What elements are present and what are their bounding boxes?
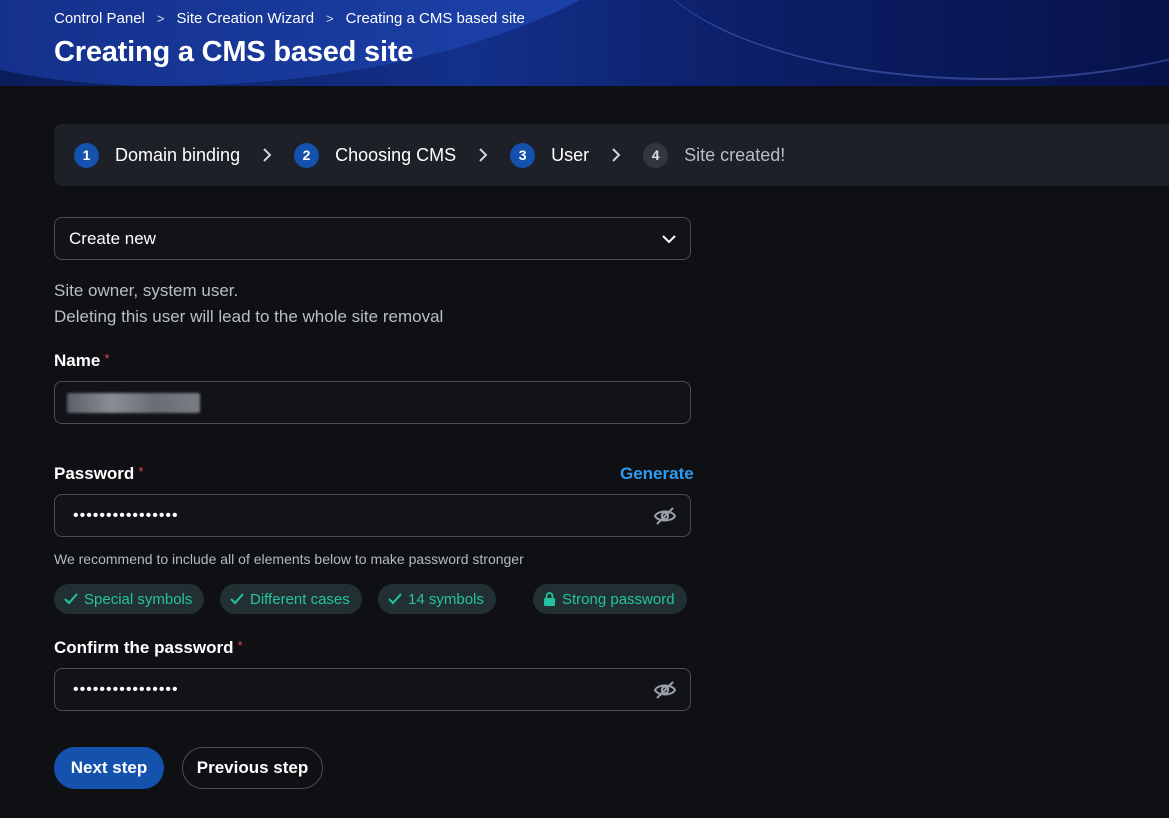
breadcrumb-control-panel[interactable]: Control Panel bbox=[54, 10, 145, 27]
chevron-down-icon bbox=[662, 229, 676, 249]
name-value: labcwebv2_tu_user bbox=[67, 392, 200, 413]
step-label: Site created! bbox=[684, 144, 786, 165]
check-icon bbox=[64, 593, 78, 605]
chevron-right-icon bbox=[478, 148, 488, 162]
check-different-cases: Different cases bbox=[220, 584, 362, 614]
breadcrumb-current: Creating a CMS based site bbox=[345, 10, 525, 27]
check-special-symbols: Special symbols bbox=[54, 584, 205, 614]
description-line-2: Deleting this user will lead to the whol… bbox=[54, 307, 444, 326]
page-header: Control Panel > Site Creation Wizard > C… bbox=[0, 0, 1169, 86]
eye-off-icon[interactable] bbox=[654, 506, 676, 526]
step-label: Domain binding bbox=[115, 144, 241, 165]
step-number: 2 bbox=[294, 142, 320, 168]
check-icon bbox=[388, 593, 402, 605]
confirm-password-value: •••••••••••••••• bbox=[73, 680, 179, 698]
step-label: User bbox=[551, 144, 590, 165]
next-step-button[interactable]: Next step bbox=[54, 747, 164, 789]
required-mark: * bbox=[104, 351, 110, 366]
password-label-text: Password bbox=[54, 464, 135, 483]
name-input[interactable]: labcwebv2_tu_user bbox=[54, 381, 691, 424]
confirm-password-input[interactable]: •••••••••••••••• bbox=[54, 668, 691, 711]
password-hint: We recommend to include all of elements … bbox=[54, 551, 524, 567]
required-mark: * bbox=[138, 464, 144, 479]
confirm-password-label: Confirm the password * bbox=[54, 638, 243, 658]
user-mode-value: Create new bbox=[69, 228, 156, 248]
confirm-label-text: Confirm the password bbox=[54, 638, 234, 657]
name-label: Name * bbox=[54, 351, 109, 371]
eye-off-icon[interactable] bbox=[654, 680, 676, 700]
generate-password-link[interactable]: Generate bbox=[620, 464, 694, 484]
breadcrumb: Control Panel > Site Creation Wizard > C… bbox=[54, 10, 525, 27]
step-domain-binding[interactable]: 1 Domain binding bbox=[74, 142, 241, 168]
step-number: 3 bbox=[510, 142, 536, 168]
step-number: 4 bbox=[643, 142, 669, 168]
step-choosing-cms[interactable]: 2 Choosing CMS bbox=[294, 142, 457, 168]
check-label: Different cases bbox=[250, 590, 350, 608]
page-title: Creating a CMS based site bbox=[54, 36, 414, 68]
check-14-symbols: 14 symbols bbox=[378, 584, 496, 614]
required-mark: * bbox=[237, 638, 243, 653]
check-icon bbox=[230, 593, 244, 605]
strength-label: Strong password bbox=[562, 590, 675, 608]
check-label: 14 symbols bbox=[408, 590, 484, 608]
description-line-1: Site owner, system user. bbox=[54, 281, 239, 300]
lock-icon bbox=[544, 592, 555, 606]
password-label: Password * bbox=[54, 464, 143, 484]
header-decoration-line bbox=[640, 0, 1169, 80]
step-number: 1 bbox=[74, 142, 99, 168]
chevron-right-icon: > bbox=[156, 11, 165, 26]
chevron-right-icon bbox=[611, 148, 621, 162]
check-label: Special symbols bbox=[84, 590, 193, 608]
password-value: •••••••••••••••• bbox=[73, 506, 179, 524]
step-site-created: 4 Site created! bbox=[643, 142, 786, 168]
breadcrumb-site-creation-wizard[interactable]: Site Creation Wizard bbox=[176, 10, 314, 27]
user-mode-select[interactable]: Create new bbox=[54, 217, 691, 260]
password-strength-badge: Strong password bbox=[533, 584, 687, 614]
name-label-text: Name bbox=[54, 351, 101, 370]
password-input[interactable]: •••••••••••••••• bbox=[54, 494, 691, 537]
chevron-right-icon: > bbox=[326, 11, 334, 26]
previous-step-button[interactable]: Previous step bbox=[182, 747, 323, 789]
wizard-stepper: 1 Domain binding 2 Choosing CMS 3 User 4… bbox=[54, 124, 1169, 186]
chevron-right-icon bbox=[262, 148, 272, 162]
step-user[interactable]: 3 User bbox=[510, 142, 590, 168]
step-label: Choosing CMS bbox=[335, 144, 457, 165]
